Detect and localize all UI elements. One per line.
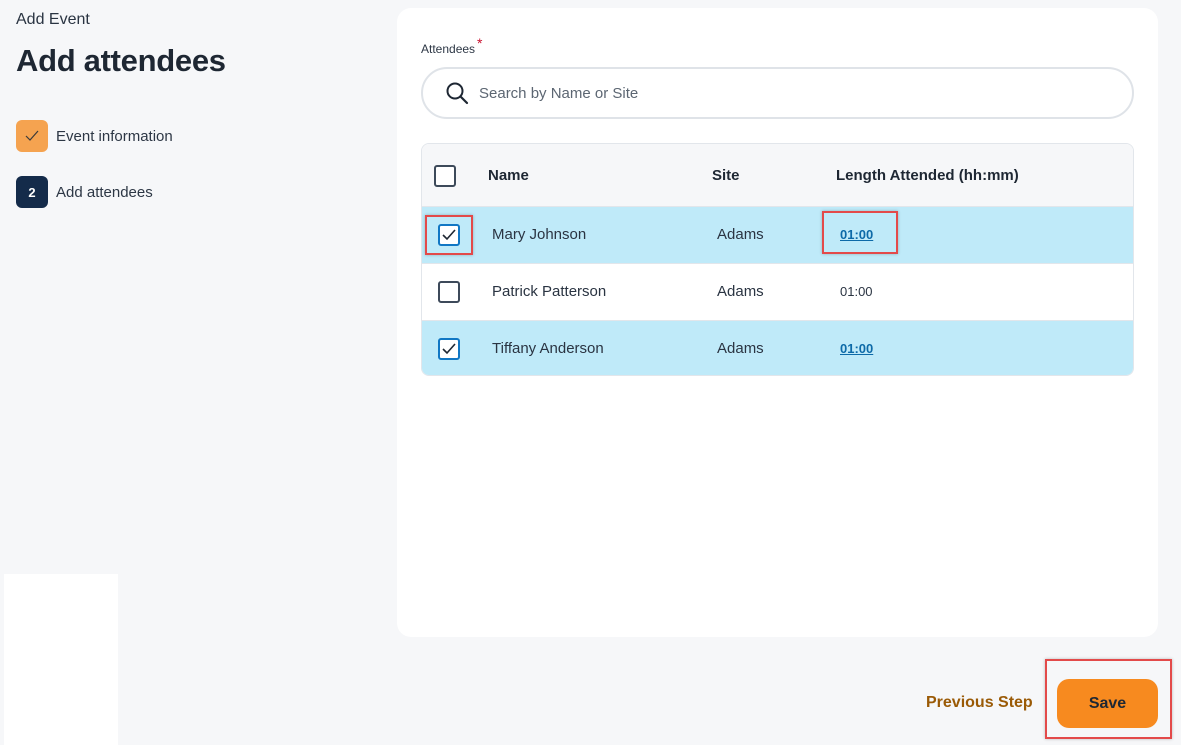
- attendee-name: Tiffany Anderson: [492, 340, 604, 357]
- attendees-field-label: Attendees *: [421, 35, 483, 56]
- check-icon: [25, 130, 39, 141]
- attendee-site: Adams: [717, 226, 764, 243]
- length-attended-link[interactable]: 01:00: [840, 227, 873, 242]
- step-label: Event information: [56, 127, 173, 145]
- attendee-name: Patrick Patterson: [492, 283, 607, 300]
- column-header-name: Name: [488, 167, 529, 184]
- wizard-steps: Event information 2 Add attendees: [16, 120, 173, 232]
- select-all-checkbox[interactable]: [434, 165, 456, 187]
- length-attended-link[interactable]: 01:00: [840, 341, 873, 356]
- row-checkbox[interactable]: [438, 224, 460, 246]
- column-header-site: Site: [712, 167, 740, 184]
- previous-step-link[interactable]: Previous Step: [926, 694, 1033, 712]
- attendee-name: Mary Johnson: [492, 226, 587, 243]
- length-attended-value: 01:00: [840, 284, 873, 299]
- step-event-information[interactable]: Event information: [16, 120, 173, 152]
- attendee-site: Adams: [717, 283, 764, 300]
- step-label: Add attendees: [56, 183, 153, 201]
- blank-panel: [4, 574, 118, 745]
- attendees-label-text: Attendees: [421, 42, 476, 56]
- step-complete-badge: [16, 120, 48, 152]
- column-header-length: Length Attended (hh:mm): [836, 167, 1019, 184]
- step-add-attendees[interactable]: 2 Add attendees: [16, 176, 173, 208]
- save-button[interactable]: Save: [1057, 679, 1158, 728]
- step-number-badge: 2: [16, 176, 48, 208]
- attendee-site: Adams: [717, 340, 764, 357]
- checkmark-icon: [442, 229, 456, 241]
- table-row[interactable]: Tiffany Anderson Adams 01:00: [422, 320, 1133, 375]
- row-checkbox[interactable]: [438, 281, 460, 303]
- table-header: Name Site Length Attended (hh:mm): [422, 144, 1133, 206]
- breadcrumb: Add Event: [16, 11, 90, 28]
- search-input[interactable]: [479, 84, 1079, 102]
- table-row[interactable]: Mary Johnson Adams 01:00: [422, 206, 1133, 263]
- page-title: Add attendees: [16, 43, 226, 78]
- attendees-card: Attendees* Name Site Length Attended (hh…: [397, 8, 1158, 637]
- search-box[interactable]: [421, 67, 1134, 119]
- required-marker: *: [477, 35, 483, 51]
- search-icon: [446, 82, 469, 105]
- row-checkbox[interactable]: [438, 338, 460, 360]
- checkmark-icon: [442, 343, 456, 355]
- table-row[interactable]: Patrick Patterson Adams 01:00: [422, 263, 1133, 320]
- attendees-table: Name Site Length Attended (hh:mm) Mary J…: [421, 143, 1134, 376]
- add-event-page: Add Event Add attendees Event informatio…: [0, 0, 1181, 745]
